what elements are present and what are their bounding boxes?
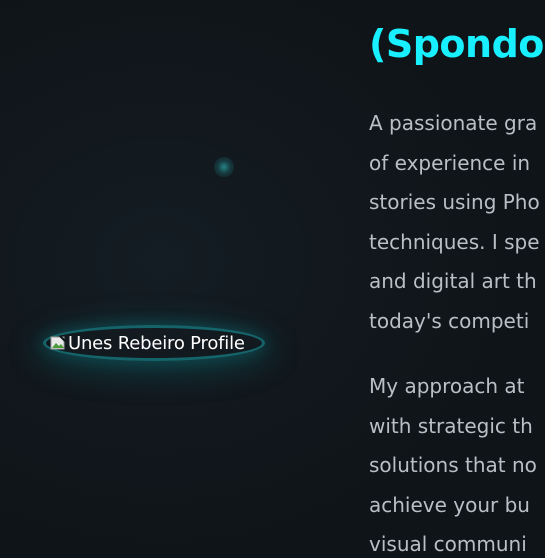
about-text-column: (Spondo A passionate gra of experience i… [369,0,545,558]
paragraph-line: solutions that no [369,453,537,478]
paragraph-line: with strategic th [369,413,533,438]
paragraph-line: and digital art th [369,269,537,294]
paragraph-line: of experience in [369,150,531,175]
paragraph-line: My approach at [369,374,525,398]
about-section: Unes Rebeiro Profile (Spondo A passionat… [0,0,545,558]
about-title: (Spondo [369,22,544,66]
paragraph-line: stories using Pho [369,190,540,215]
profile-image: Unes Rebeiro Profile [50,332,245,354]
about-paragraph-1: A passionate gra of experience in storie… [369,104,540,342]
decorative-glow-dot [214,157,234,177]
paragraph-line: techniques. I spe [369,229,540,254]
paragraph-line: achieve your bu [369,492,530,517]
about-paragraph-2: My approach at with strategic th solutio… [369,367,537,558]
broken-image-icon [50,335,66,351]
paragraph-line: today's competi [369,308,530,333]
paragraph-line: A passionate gra [369,111,538,135]
profile-image-alt-text: Unes Rebeiro Profile [68,332,245,354]
paragraph-line: visual communi [369,532,527,557]
